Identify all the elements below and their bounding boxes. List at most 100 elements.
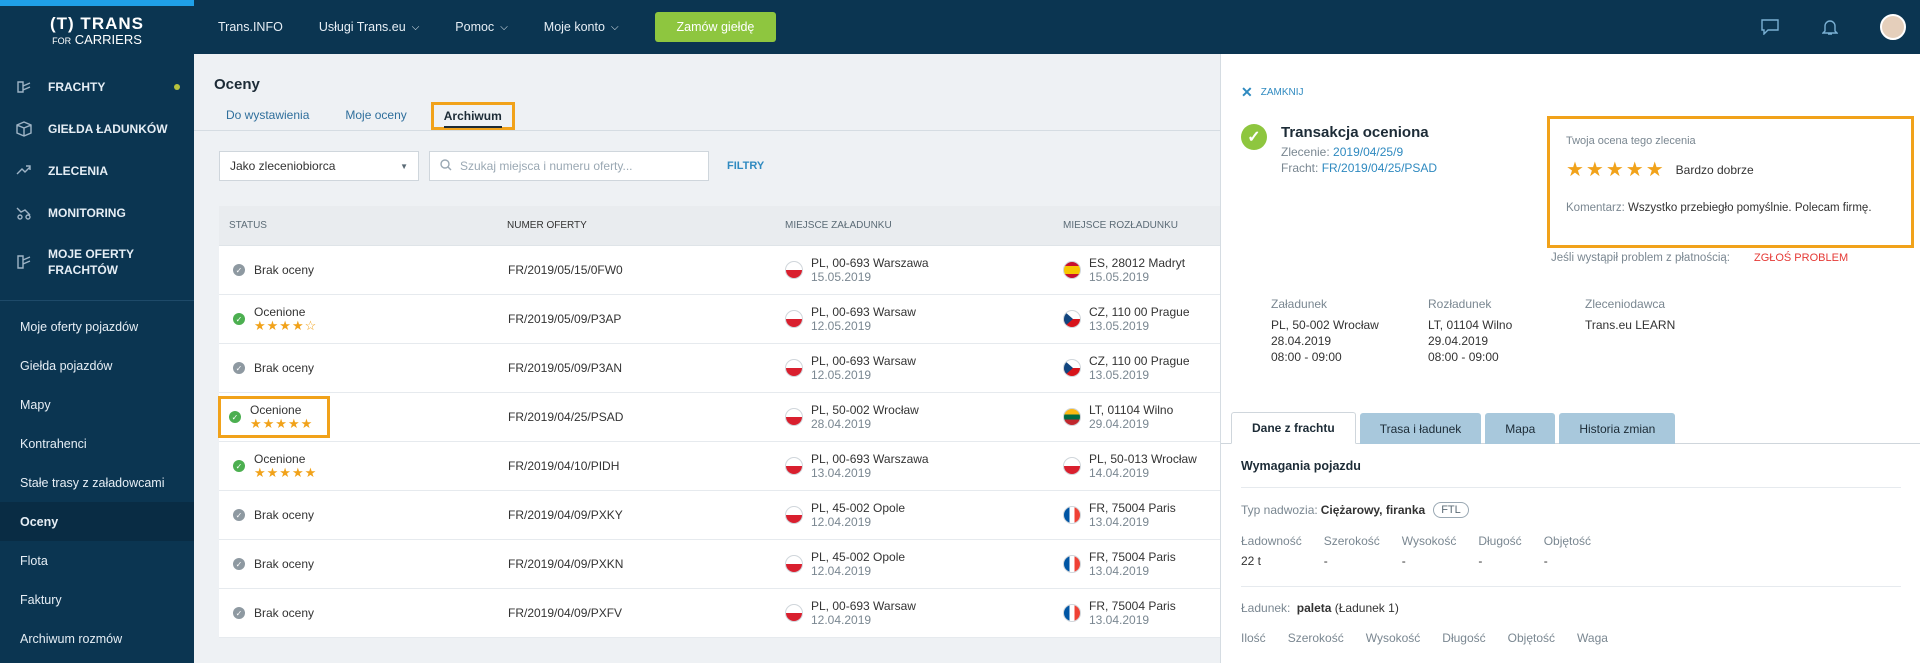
- sidebar: (T) TRANS FOR CARRIERS FRACHTY GIEŁDA ŁA…: [0, 0, 194, 663]
- sidebar-item-moje-oferty-frachtow[interactable]: MOJE OFERTY FRACHTÓW: [0, 234, 194, 290]
- brand-logo[interactable]: (T) TRANS FOR CARRIERS: [0, 6, 194, 54]
- ftl-badge: FTL: [1433, 502, 1469, 518]
- column-header-unloading[interactable]: MIEJSCE ROZŁADUNKU: [1053, 220, 1220, 231]
- offer-number[interactable]: FR/2019/04/09/PXKN: [497, 557, 775, 571]
- route-unloading-date: 29.04.2019: [1428, 334, 1489, 348]
- unloading-city: FR, 75004 Paris: [1089, 599, 1176, 613]
- unloading-date: 13.05.2019: [1089, 368, 1150, 382]
- sidebar-item-faktury[interactable]: Faktury: [0, 580, 194, 619]
- offer-number[interactable]: FR/2019/05/15/0FW0: [497, 263, 775, 277]
- loading-place: PL, 00-693 Warszawa 15.05.2019: [811, 256, 929, 284]
- unloading-date: 13.04.2019: [1089, 515, 1150, 529]
- search-input[interactable]: [460, 159, 690, 173]
- status-wrap: ✓ Ocenione ★★★★★: [217, 396, 331, 438]
- close-button[interactable]: ✕ ZAMKNIJ: [1241, 84, 1304, 101]
- loading-place: PL, 00-693 Warszawa 13.04.2019: [811, 452, 929, 480]
- table-row[interactable]: ✓ Brak oceny FR/2019/04/09/PXFV PL, 00-6…: [219, 589, 1220, 638]
- table-body: ✓ Brak oceny FR/2019/05/15/0FW0 PL, 00-6…: [217, 246, 1220, 638]
- order-exchange-button[interactable]: Zamów giełdę: [654, 12, 777, 42]
- report-problem-link[interactable]: ZGŁOŚ PROBLEM: [1754, 252, 1848, 264]
- sidebar-item-moje-oferty-pojazdow[interactable]: Moje oferty pojazdów: [0, 307, 194, 346]
- route-client: Zleceniodawca Trans.eu LEARN: [1585, 297, 1742, 365]
- details-divider: [1241, 586, 1901, 587]
- tab-mapa[interactable]: Mapa: [1485, 413, 1556, 444]
- tab-historia-zmian[interactable]: Historia zmian: [1559, 413, 1676, 444]
- param-label: Wysokość: [1401, 534, 1457, 548]
- sidebar-item-stale-trasy[interactable]: Stałe trasy z załadowcami: [0, 463, 194, 502]
- sidebar-item-frachty[interactable]: FRACHTY: [0, 66, 194, 108]
- caret-down-icon: ▼: [400, 161, 408, 171]
- offer-number[interactable]: FR/2019/04/10/PIDH: [497, 459, 775, 473]
- status-cell: ✓ Ocenione ★★★★★: [217, 396, 497, 438]
- check-circle-grey-icon: ✓: [233, 509, 245, 521]
- sidebar-item-monitoring[interactable]: MONITORING: [0, 192, 194, 234]
- offer-number[interactable]: FR/2019/04/25/PSAD: [497, 410, 775, 424]
- sidebar-item-flota[interactable]: Flota: [0, 541, 194, 580]
- loading-place: PL, 00-693 Warsaw 12.04.2019: [811, 599, 916, 627]
- sidebar-item-zlecenia[interactable]: ZLECENIA: [0, 150, 194, 192]
- table-row[interactable]: ✓ Ocenione ★★★★★ FR/2019/04/25/PSAD PL, …: [217, 393, 1220, 442]
- header-link-trans-info[interactable]: Trans.INFO: [218, 20, 283, 34]
- cargo-param-volume: Objętość: [1508, 631, 1555, 645]
- unloading-date: 13.04.2019: [1089, 564, 1150, 578]
- sidebar-item-mapy[interactable]: Mapy: [0, 385, 194, 424]
- cargo-param-height: Wysokość: [1366, 631, 1421, 645]
- route-client-name: Trans.eu LEARN: [1585, 318, 1676, 332]
- unloading-cell: CZ, 110 00 Prague 13.05.2019: [1053, 354, 1220, 382]
- offer-number[interactable]: FR/2019/04/09/PXFV: [497, 606, 775, 620]
- unloading-city: LT, 01104 Wilno: [1089, 403, 1174, 417]
- chevron-down-icon: ⌵: [610, 21, 619, 33]
- chat-icon[interactable]: [1760, 17, 1780, 37]
- avatar[interactable]: [1880, 14, 1906, 40]
- order-link[interactable]: 2019/04/25/9: [1333, 145, 1403, 159]
- unloading-date: 13.05.2019: [1089, 319, 1150, 333]
- bell-icon[interactable]: [1820, 17, 1840, 37]
- unloading-cell: PL, 50-013 Wrocław 14.04.2019: [1053, 452, 1220, 480]
- sidebar-item-gielda-pojazdow[interactable]: Giełda pojazdów: [0, 346, 194, 385]
- column-header-loading[interactable]: MIEJSCE ZAŁADUNKU: [775, 220, 1053, 231]
- tab-do-wystawienia[interactable]: Do wystawienia: [214, 102, 321, 130]
- param-value: -: [1543, 554, 1548, 568]
- loading-place: PL, 45-002 Opole 12.04.2019: [811, 550, 905, 578]
- sidebar-item-archiwum-rozmow[interactable]: Archiwum rozmów: [0, 619, 194, 658]
- table-row[interactable]: ✓ Brak oceny FR/2019/04/09/PXKY PL, 45-0…: [219, 491, 1220, 540]
- offer-number[interactable]: FR/2019/04/09/PXKY: [497, 508, 775, 522]
- filters-link[interactable]: FILTRY: [727, 160, 764, 172]
- check-circle-icon: ✓: [233, 313, 245, 325]
- tab-trasa-i-ladunek[interactable]: Trasa i ładunek: [1359, 413, 1482, 444]
- table-row[interactable]: ✓ Brak oceny FR/2019/05/09/P3AN PL, 00-6…: [219, 344, 1220, 393]
- status-label: Ocenione: [254, 452, 306, 466]
- your-rating-box: Twoja ocena tego zlecenia ★★★★★ Bardzo d…: [1547, 116, 1914, 248]
- route-loading-time: 08:00 - 09:00: [1271, 350, 1342, 364]
- status-label: Brak oceny: [254, 606, 315, 620]
- table-row[interactable]: ✓ Brak oceny FR/2019/05/15/0FW0 PL, 00-6…: [219, 246, 1220, 295]
- role-select[interactable]: Jako zleceniobiorca ▼: [219, 151, 419, 181]
- offer-number[interactable]: FR/2019/05/09/P3AN: [497, 361, 775, 375]
- sidebar-item-label: MOJE OFERTY FRACHTÓW: [48, 247, 134, 277]
- sidebar-item-oceny[interactable]: Oceny: [0, 502, 194, 541]
- sidebar-item-gielda-ladunkow[interactable]: GIEŁDA ŁADUNKÓW: [0, 108, 194, 150]
- tab-moje-oceny[interactable]: Moje oceny: [333, 102, 418, 130]
- param-value: -: [1401, 554, 1406, 568]
- header-menu-uslugi[interactable]: Usługi Trans.eu ⌵: [319, 20, 419, 34]
- tab-archiwum[interactable]: Archiwum: [430, 102, 515, 130]
- freight-link[interactable]: FR/2019/04/25/PSAD: [1322, 161, 1437, 175]
- column-header-offer[interactable]: NUMER OFERTY: [497, 220, 775, 231]
- flag-icon: [785, 310, 803, 328]
- column-header-status[interactable]: STATUS: [219, 220, 497, 231]
- param-label: Waga: [1577, 631, 1608, 645]
- offer-number[interactable]: FR/2019/05/09/P3AP: [497, 312, 775, 326]
- unloading-date: 14.04.2019: [1089, 466, 1150, 480]
- header-menu-moje-konto[interactable]: Moje konto ⌵: [544, 20, 619, 34]
- table-row[interactable]: ✓ Ocenione ★★★★★ FR/2019/04/10/PIDH PL, …: [219, 442, 1220, 491]
- cargo-label: Ładunek:: [1241, 601, 1291, 615]
- loading-date: 28.04.2019: [811, 417, 872, 431]
- tab-dane-z-frachtu[interactable]: Dane z frachtu: [1231, 412, 1356, 444]
- transaction-title: Transakcja oceniona: [1281, 124, 1429, 141]
- flag-icon: [785, 555, 803, 573]
- loading-city: PL, 00-693 Warszawa: [811, 256, 929, 270]
- table-row[interactable]: ✓ Brak oceny FR/2019/04/09/PXKN PL, 45-0…: [219, 540, 1220, 589]
- table-row[interactable]: ✓ Ocenione ★★★★☆ FR/2019/05/09/P3AP PL, …: [219, 295, 1220, 344]
- header-menu-pomoc[interactable]: Pomoc ⌵: [455, 20, 508, 34]
- sidebar-item-kontrahenci[interactable]: Kontrahenci: [0, 424, 194, 463]
